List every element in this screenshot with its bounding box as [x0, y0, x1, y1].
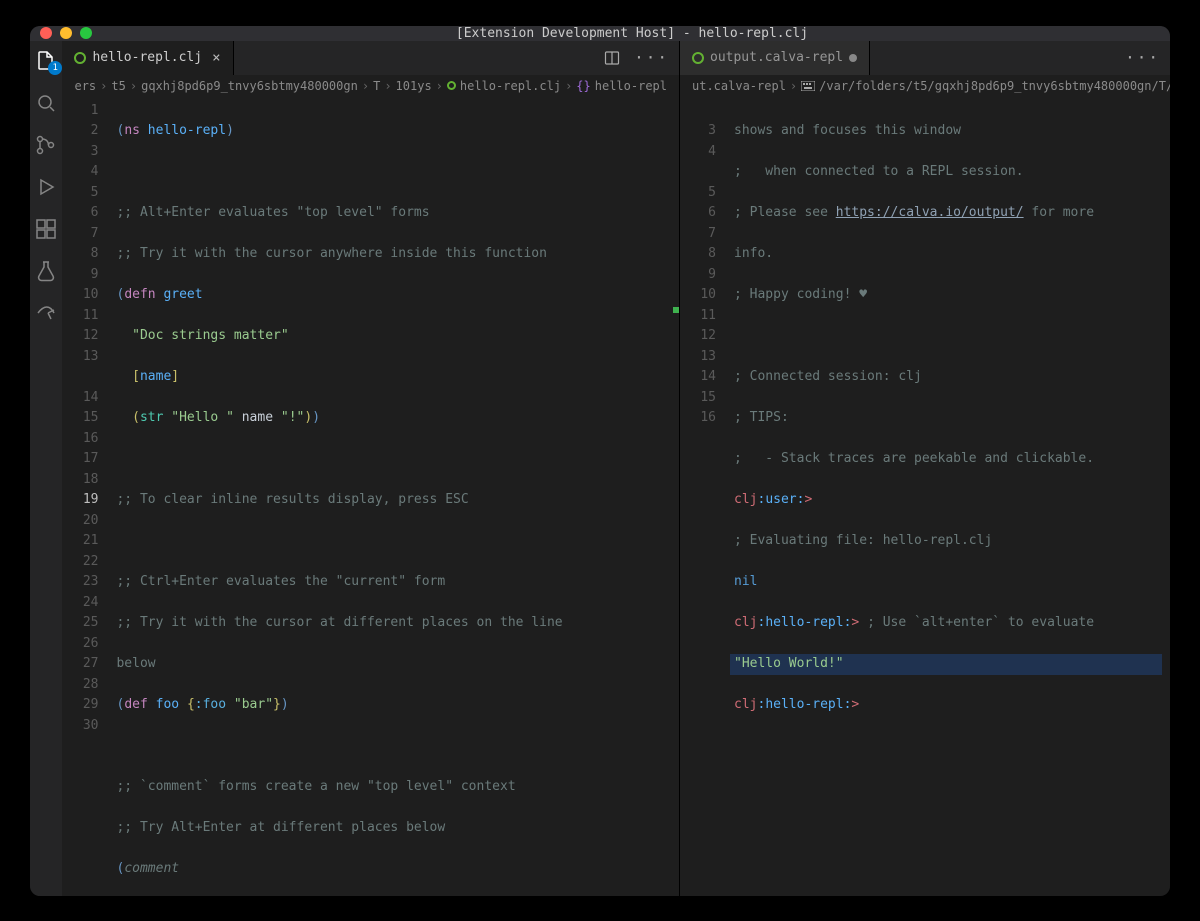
bc-file[interactable]: hello-repl.clj: [460, 79, 561, 93]
maximize-icon[interactable]: [80, 27, 92, 39]
code-editor-left[interactable]: 1234 5678 9101112 13 1415 16171819 20212…: [62, 97, 679, 896]
clojure-file-icon: [692, 52, 704, 64]
close-icon[interactable]: [40, 27, 52, 39]
bc-path[interactable]: /var/folders/t5/gqxhj8pd6p9_tnvy6sbtmy48…: [819, 79, 1170, 93]
editor-pane-right: output.calva-repl ··· ut.calva-repl› /va…: [680, 41, 1170, 896]
bc-segment[interactable]: T: [373, 79, 380, 93]
more-actions-icon[interactable]: ···: [1125, 48, 1160, 67]
tab-actions-left: ···: [594, 41, 679, 75]
line-gutter: 1234 5678 9101112 13 1415 16171819 20212…: [62, 97, 112, 896]
breadcrumb-left[interactable]: ers› t5› gqxhj8pd6p9_tnvy6sbtmy480000gn›…: [62, 75, 679, 97]
extensions-icon[interactable]: [34, 217, 58, 241]
activity-bar: 1: [30, 41, 62, 896]
workbench-body: 1: [30, 41, 1170, 896]
clojure-file-icon: [74, 52, 86, 64]
tab-hello-repl[interactable]: hello-repl.clj ×: [62, 41, 233, 75]
code-content[interactable]: (ns hello-repl) ;; Alt+Enter evaluates "…: [112, 97, 679, 896]
explorer-icon[interactable]: 1: [34, 49, 58, 73]
explorer-badge: 1: [48, 61, 62, 75]
tab-label: hello-repl.clj: [92, 50, 202, 65]
keyboard-icon: [801, 81, 815, 91]
tab-output-repl[interactable]: output.calva-repl: [680, 41, 870, 75]
bc-segment[interactable]: 101ys: [396, 79, 432, 93]
window-controls: [40, 27, 92, 39]
search-icon[interactable]: [34, 91, 58, 115]
close-icon[interactable]: ×: [212, 50, 220, 66]
tab-row-right: output.calva-repl ···: [680, 41, 1170, 75]
code-editor-right[interactable]: 34 5678 9101112 13141516 shows and focus…: [680, 97, 1170, 896]
more-actions-icon[interactable]: ···: [634, 48, 669, 67]
code-content[interactable]: shows and focuses this window ; when con…: [730, 97, 1162, 896]
vscode-window: [Extension Development Host] - hello-rep…: [30, 26, 1170, 896]
clojure-file-icon: [447, 81, 456, 90]
breadcrumb-right[interactable]: ut.calva-repl› /var/folders/t5/gqxhj8pd6…: [680, 75, 1170, 97]
bc-segment[interactable]: ers: [74, 79, 96, 93]
bc-segment[interactable]: gqxhj8pd6p9_tnvy6sbtmy480000gn: [141, 79, 358, 93]
line-gutter: 34 5678 9101112 13141516: [680, 97, 730, 896]
editor-pane-left: hello-repl.clj × ··· ers› t5› gqxhj8pd6p…: [62, 41, 680, 896]
testing-icon[interactable]: [34, 259, 58, 283]
tab-row-left: hello-repl.clj × ···: [62, 41, 679, 75]
tab-actions-right: ···: [1115, 41, 1170, 75]
bc-file[interactable]: ut.calva-repl: [692, 79, 786, 93]
window-title: [Extension Development Host] - hello-rep…: [104, 26, 1160, 41]
split-editor-icon[interactable]: [604, 50, 620, 66]
dirty-indicator-icon: [849, 54, 857, 62]
editor-groups: hello-repl.clj × ··· ers› t5› gqxhj8pd6p…: [62, 41, 1170, 896]
minimap[interactable]: [1162, 97, 1170, 896]
eval-indicator: [673, 307, 679, 313]
bc-segment[interactable]: t5: [111, 79, 125, 93]
namespace-icon: {}: [576, 79, 590, 93]
run-debug-icon[interactable]: [34, 175, 58, 199]
source-control-icon[interactable]: [34, 133, 58, 157]
share-icon[interactable]: [34, 301, 58, 325]
minimize-icon[interactable]: [60, 27, 72, 39]
title-bar[interactable]: [Extension Development Host] - hello-rep…: [30, 26, 1170, 41]
bc-symbol[interactable]: hello-repl: [595, 79, 667, 93]
tab-label: output.calva-repl: [710, 50, 843, 65]
